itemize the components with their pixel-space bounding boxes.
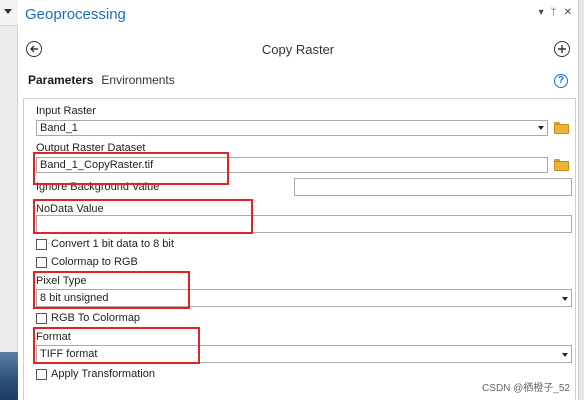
pane-titlebar: Geoprocessing ▾ ᛘ ✕ (18, 0, 578, 26)
folder-icon[interactable] (554, 122, 569, 134)
chevron-down-icon (562, 353, 568, 357)
apply-transformation-checkbox[interactable] (36, 368, 47, 380)
format-value: TIFF format (40, 348, 98, 360)
parameters-panel: Input Raster Band_1 Output Raster Datase… (23, 98, 576, 400)
output-dataset-input[interactable]: Band_1_CopyRaster.tif (36, 157, 548, 173)
rgb-colormap-label: RGB To Colormap (51, 312, 141, 324)
format-label: Format (36, 331, 71, 343)
ignore-background-label: Ignore Background Value (36, 181, 160, 193)
chevron-down-icon (538, 126, 544, 130)
watermark: CSDN @栖橙子_52 (482, 383, 570, 394)
pixel-type-select[interactable]: 8 bit unsigned (36, 289, 572, 307)
colormap-rgb-row[interactable]: Colormap to RGB (36, 256, 138, 268)
pixel-type-value: 8 bit unsigned (40, 292, 109, 304)
format-select[interactable]: TIFF format (36, 345, 572, 363)
input-raster-label: Input Raster (36, 105, 96, 117)
convert-1bit-row[interactable]: Convert 1 bit data to 8 bit (36, 238, 174, 250)
tab-parameters[interactable]: Parameters (28, 73, 93, 89)
convert-1bit-checkbox[interactable] (36, 238, 47, 250)
pixel-type-label: Pixel Type (36, 275, 87, 287)
chevron-down-icon (562, 297, 568, 301)
pin-icon[interactable]: ᛘ (551, 7, 557, 18)
close-icon[interactable]: ✕ (564, 7, 572, 18)
output-dataset-label: Output Raster Dataset (36, 142, 146, 154)
colormap-rgb-label: Colormap to RGB (51, 256, 138, 268)
colormap-rgb-checkbox[interactable] (36, 256, 47, 268)
ignore-background-input[interactable] (294, 178, 572, 196)
host-dropdown[interactable] (0, 0, 18, 26)
host-window-strip (0, 0, 18, 400)
rgb-colormap-checkbox[interactable] (36, 312, 47, 324)
apply-transformation-row[interactable]: Apply Transformation (36, 368, 155, 380)
convert-1bit-label: Convert 1 bit data to 8 bit (51, 238, 174, 250)
tab-bar: Parameters Environments (28, 73, 175, 89)
tab-environments[interactable]: Environments (101, 73, 174, 89)
pane-scroll-edge (578, 0, 584, 400)
apply-transformation-label: Apply Transformation (51, 368, 155, 380)
geoprocessing-pane: Geoprocessing ▾ ᛘ ✕ Copy Raster Paramete… (18, 0, 578, 400)
folder-icon[interactable] (554, 159, 569, 171)
chevron-down-icon (4, 9, 12, 14)
pane-title: Geoprocessing (25, 6, 126, 23)
pane-menu-icon[interactable]: ▾ (539, 7, 544, 18)
help-icon[interactable]: ? (554, 74, 568, 88)
nodata-label: NoData Value (36, 203, 104, 215)
pane-controls: ▾ ᛘ ✕ (539, 7, 572, 18)
plus-icon (558, 45, 566, 53)
nodata-input[interactable] (36, 215, 572, 233)
rgb-colormap-row[interactable]: RGB To Colormap (36, 312, 140, 324)
input-raster-value: Band_1 (40, 122, 78, 134)
output-dataset-value: Band_1_CopyRaster.tif (40, 159, 154, 171)
tool-header: Copy Raster (18, 34, 578, 64)
input-raster-select[interactable]: Band_1 (36, 120, 548, 136)
add-button[interactable] (554, 41, 570, 57)
tool-title: Copy Raster (261, 42, 335, 57)
host-map-thumbnail (0, 352, 18, 400)
